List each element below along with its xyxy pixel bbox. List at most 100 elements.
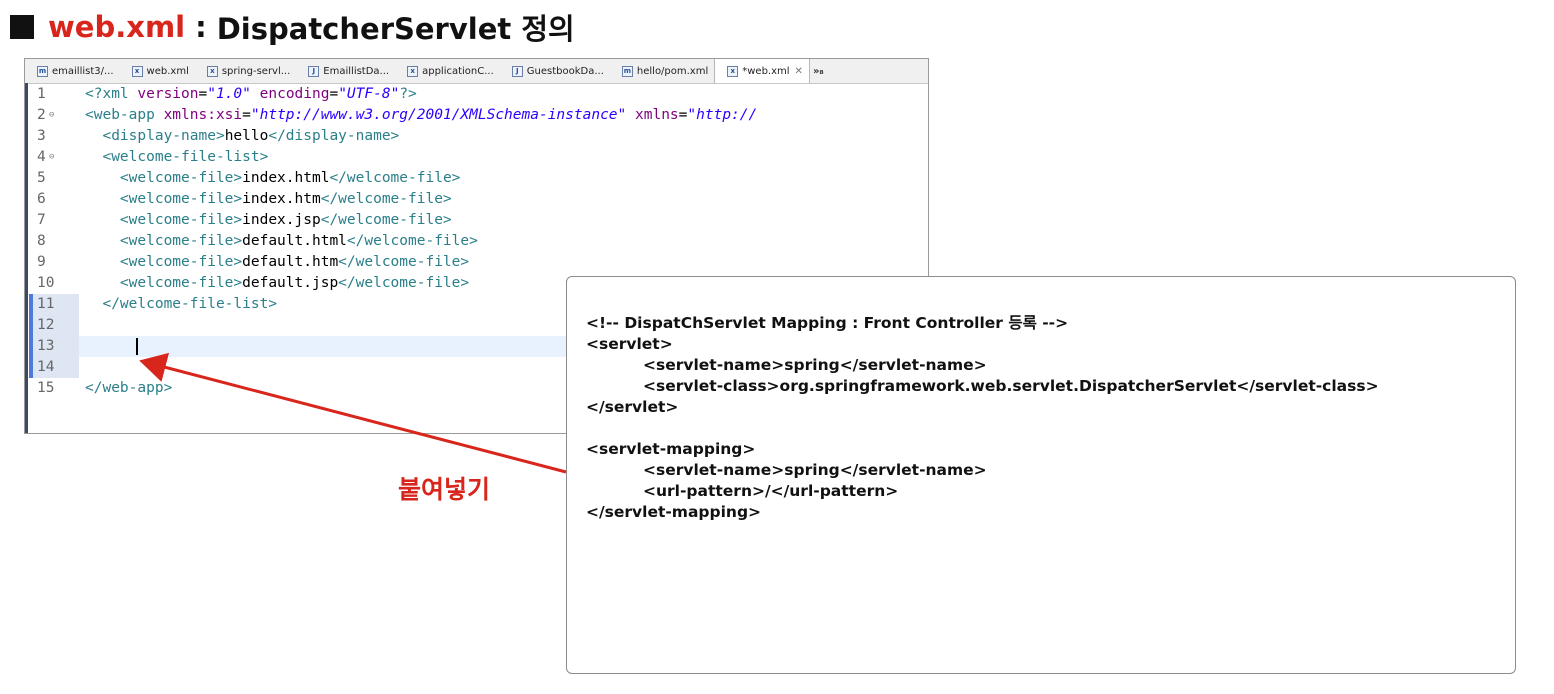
code-text: <welcome-file-list>	[85, 147, 268, 168]
code-token: =	[242, 107, 251, 123]
code-token: ?>	[399, 86, 417, 102]
code-text: <welcome-file>default.htm</welcome-file>	[85, 252, 469, 273]
code-token: <display-name>	[85, 128, 225, 144]
tab-label: GuestbookDa...	[526, 65, 604, 77]
editor-tab[interactable]: J EmaillistDa...	[296, 59, 395, 83]
fold-toggle-icon[interactable]: ⊖	[49, 105, 54, 126]
line-number: 14	[29, 357, 79, 378]
code-token: encoding	[259, 86, 330, 102]
code-text: <welcome-file>index.htm</welcome-file>	[85, 189, 452, 210]
tab-label: hello/pom.xml	[636, 65, 709, 77]
code-token: <welcome-file-list>	[85, 149, 269, 165]
snippet-line: <servlet>	[586, 335, 673, 353]
code-token: =	[198, 86, 208, 102]
code-token: index.htm	[242, 191, 321, 207]
editor-tab[interactable]: m emaillist3/...	[25, 59, 120, 83]
code-token: <web-app	[85, 107, 164, 123]
line-number: 12	[29, 315, 79, 336]
line-number: 7	[37, 212, 46, 228]
snippet-line: <servlet-class>org.springframework.web.s…	[643, 377, 1379, 395]
tab-label: EmaillistDa...	[323, 65, 390, 77]
line-number: 11	[29, 294, 79, 315]
title-file-name: web.xml	[48, 10, 186, 44]
code-token: </web-app>	[85, 380, 173, 396]
line-number: 1	[37, 86, 46, 102]
close-tab-icon[interactable]: ✕	[795, 66, 803, 77]
code-line[interactable]: 2 ⊖ <web-app xmlns:xsi="http://www.w3.org/…	[29, 105, 928, 126]
code-token: </welcome-file-list>	[85, 296, 278, 312]
snippet-code: <!-- DispatChServlet Mapping : Front Con…	[586, 313, 1379, 523]
snippet-line	[586, 418, 1379, 439]
line-number: 6	[37, 191, 46, 207]
code-token: </display-name>	[268, 128, 400, 144]
editor-tab[interactable]: x *web.xml ✕	[714, 59, 810, 83]
code-token: <?xml	[85, 86, 138, 102]
code-line[interactable]: 7 <welcome-file>index.jsp</welcome-file>	[29, 210, 928, 231]
line-number: 5	[37, 170, 46, 186]
line-number: 3	[37, 128, 46, 144]
code-token: <welcome-file>	[85, 170, 243, 186]
code-text: <?xml version="1.0" encoding="UTF-8"?>	[85, 84, 417, 105]
code-text: <welcome-file>default.html</welcome-file…	[85, 231, 478, 252]
snippet-line: <servlet-name>spring</servlet-name>	[643, 461, 987, 479]
code-line[interactable]: 9 <welcome-file>default.htm</welcome-fil…	[29, 252, 928, 273]
code-text: </web-app>	[85, 378, 172, 399]
tab-label: applicationC...	[422, 65, 494, 77]
tab-label: *web.xml	[742, 65, 790, 77]
code-token: <welcome-file>	[85, 212, 243, 228]
code-token: hello	[224, 128, 269, 144]
code-token: <welcome-file>	[85, 254, 243, 270]
snippet-line: <url-pattern>/</url-pattern>	[643, 482, 899, 500]
fold-toggle-icon[interactable]: ⊖	[49, 147, 54, 168]
code-token: "UTF-8"	[338, 86, 400, 102]
code-token: <welcome-file>	[85, 275, 243, 291]
xml-file-icon: x	[131, 65, 143, 77]
editor-left-ruler	[25, 83, 28, 433]
snippet-line: </servlet-mapping>	[586, 503, 762, 521]
tab-label: emaillist3/...	[52, 65, 114, 77]
code-token: default.html	[242, 233, 347, 249]
code-line[interactable]: 3 <display-name>hello</display-name>	[29, 126, 928, 147]
code-token: "1.0"	[207, 86, 251, 102]
code-text: </welcome-file-list>	[85, 294, 277, 315]
code-token: <welcome-file>	[85, 191, 243, 207]
code-token: xmlns:xsi	[163, 107, 243, 123]
code-text: <web-app xmlns:xsi="http://www.w3.org/20…	[85, 105, 757, 126]
code-token: </welcome-file>	[346, 233, 478, 249]
line-number: 15	[37, 380, 55, 396]
tab-label: web.xml	[146, 65, 189, 77]
code-line[interactable]: 6 <welcome-file>index.htm</welcome-file>	[29, 189, 928, 210]
java-file-icon: J	[511, 65, 523, 77]
code-line[interactable]: 8 <welcome-file>default.html</welcome-fi…	[29, 231, 928, 252]
maven-pom-icon: m	[621, 65, 633, 77]
editor-tab[interactable]: x web.xml	[120, 59, 195, 83]
code-token: default.jsp	[242, 275, 339, 291]
paste-instruction-label: 붙여넣기	[398, 475, 491, 504]
editor-tab[interactable]: x applicationC...	[395, 59, 500, 83]
snippet-line: <!-- DispatChServlet Mapping : Front Con…	[586, 314, 1069, 332]
code-token: </welcome-file>	[329, 170, 461, 186]
code-token: <welcome-file>	[85, 233, 243, 249]
editor-tab[interactable]: J GuestbookDa...	[500, 59, 610, 83]
square-bullet-icon	[10, 15, 34, 39]
editor-tab[interactable]: m hello/pom.xml	[610, 59, 714, 83]
code-line[interactable]: 4 ⊖ <welcome-file-list>	[29, 147, 928, 168]
code-token: </welcome-file>	[338, 275, 470, 291]
line-number: 9	[37, 254, 46, 270]
code-line[interactable]: 5 <welcome-file>index.html</welcome-file…	[29, 168, 928, 189]
editor-tab[interactable]: x spring-servl...	[195, 59, 296, 83]
snippet-line: <servlet-mapping>	[586, 440, 756, 458]
code-token: </welcome-file>	[320, 212, 452, 228]
code-line[interactable]: 1 <?xml version="1.0" encoding="UTF-8"?>	[29, 84, 928, 105]
code-token: default.htm	[242, 254, 339, 270]
code-token: index.jsp	[242, 212, 321, 228]
tab-overflow-icon[interactable]: »₈	[810, 59, 824, 83]
line-number: 13	[29, 336, 79, 357]
xml-file-icon: x	[727, 65, 739, 77]
snippet-line: </servlet>	[586, 398, 679, 416]
code-text: <welcome-file>index.jsp</welcome-file>	[85, 210, 452, 231]
code-text: <welcome-file>default.jsp</welcome-file>	[85, 273, 469, 294]
code-token: xmlns	[635, 107, 679, 123]
